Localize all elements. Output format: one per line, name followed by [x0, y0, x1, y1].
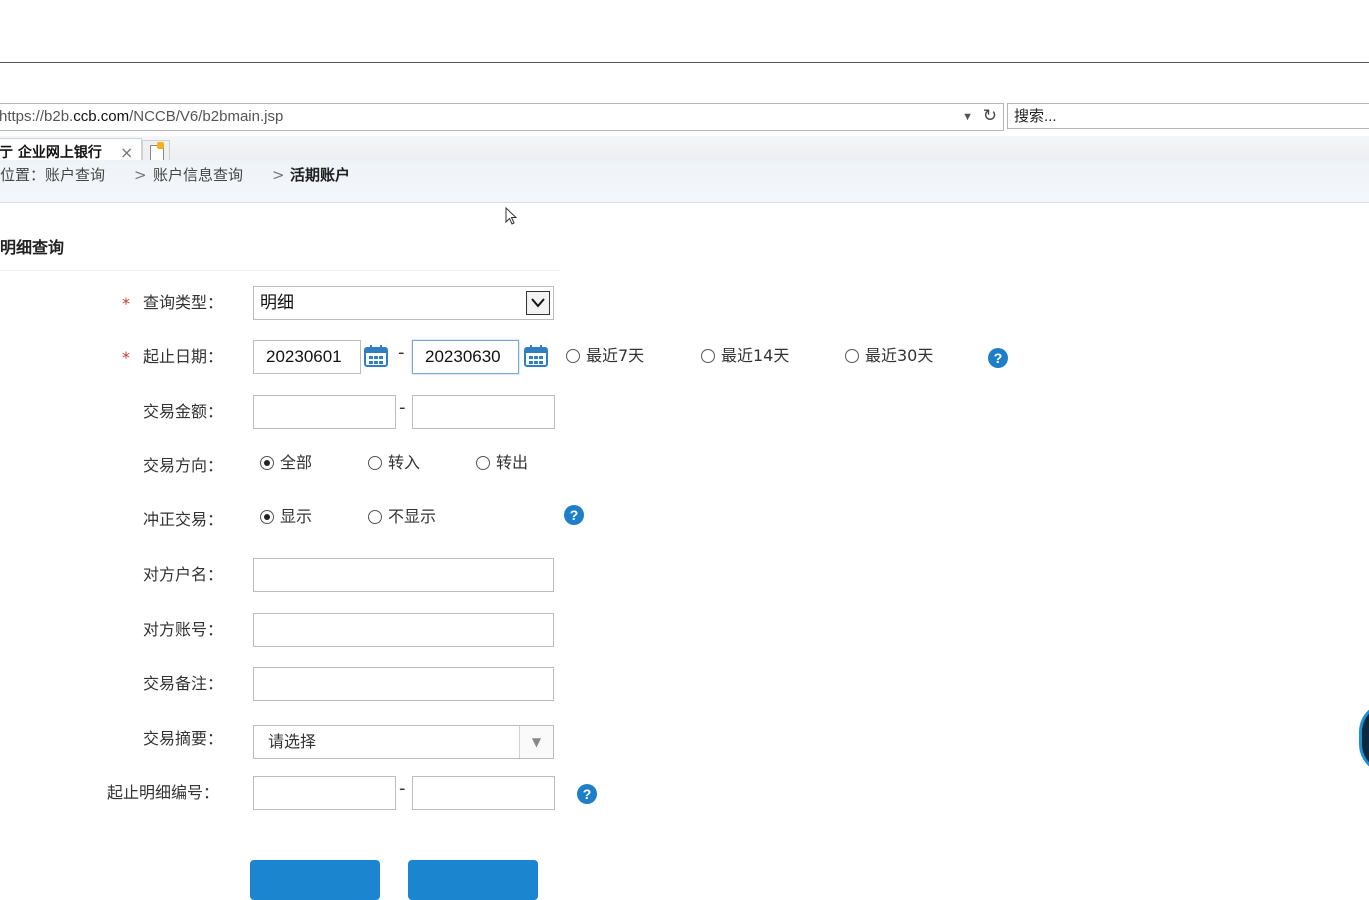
- radio-icon: [368, 456, 382, 470]
- amount-max-input[interactable]: [412, 395, 555, 429]
- dropdown-icon[interactable]: ▼: [962, 104, 973, 130]
- calendar-icon[interactable]: [364, 345, 388, 367]
- detail-no-label: 起止明细编号：: [107, 783, 220, 802]
- help-icon[interactable]: ?: [564, 505, 584, 525]
- range-dash: -: [399, 778, 406, 799]
- summary-placeholder: 请选择: [268, 732, 317, 751]
- range-dash: -: [399, 397, 406, 418]
- breadcrumb-item-account-query[interactable]: 位置：账户查询: [0, 160, 105, 190]
- remark-input[interactable]: [253, 667, 554, 701]
- detail-no-end-input[interactable]: [412, 776, 555, 810]
- radio-icon: [368, 510, 382, 524]
- reset-button[interactable]: [408, 860, 538, 900]
- radio-last-7-days[interactable]: 最近7天: [566, 345, 644, 367]
- reversal-label: 冲正交易：: [143, 510, 224, 529]
- radio-icon: [260, 456, 274, 470]
- counterparty-account-label: 对方账号：: [143, 620, 224, 639]
- date-range-label: 起止日期：: [143, 347, 224, 366]
- section-title: 明细查询: [0, 238, 65, 257]
- start-date-input[interactable]: 20230601: [253, 340, 361, 374]
- query-type-select[interactable]: 明细: [253, 286, 554, 320]
- radio-label: 全部: [280, 453, 313, 472]
- counterparty-name-label: 对方户名：: [143, 565, 224, 584]
- radio-label: 转入: [388, 453, 421, 472]
- required-mark: *: [122, 294, 130, 313]
- end-date-input[interactable]: 20230630: [412, 340, 519, 374]
- radio-icon: [476, 456, 490, 470]
- url-path: /NCCB/V6/b2bmain.jsp: [129, 108, 284, 125]
- address-bar[interactable]: https://b2b.ccb.com/NCCB/V6/b2bmain.jsp …: [0, 103, 1004, 131]
- new-tab-star-icon: [157, 142, 164, 149]
- radio-label: 转出: [496, 453, 529, 472]
- mouse-cursor-icon: [505, 207, 518, 225]
- radio-icon: [566, 349, 580, 363]
- range-dash: -: [398, 342, 405, 363]
- counterparty-account-input[interactable]: [253, 613, 554, 647]
- radio-icon: [260, 510, 274, 524]
- radio-label: 最近30天: [865, 346, 934, 365]
- direction-label: 交易方向：: [143, 456, 224, 475]
- counterparty-name-input[interactable]: [253, 558, 554, 592]
- radio-label: 显示: [280, 507, 313, 526]
- chevron-down-icon[interactable]: ▼: [519, 726, 553, 758]
- summary-label: 交易摘要：: [143, 729, 224, 748]
- radio-label: 不显示: [388, 507, 437, 526]
- summary-select[interactable]: 请选择 ▼: [253, 725, 554, 759]
- breadcrumb: 位置：账户查询 > 账户信息查询 > 活期账户: [0, 160, 1369, 203]
- radio-last-30-days[interactable]: 最近30天: [845, 345, 933, 367]
- required-mark: *: [122, 348, 130, 367]
- floating-assistant-icon[interactable]: [1359, 702, 1369, 774]
- radio-direction-all[interactable]: 全部: [260, 452, 312, 474]
- remark-label: 交易备注：: [143, 674, 224, 693]
- breadcrumb-item-current: 活期账户: [290, 166, 351, 184]
- radio-reversal-show[interactable]: 显示: [260, 506, 312, 528]
- detail-no-start-input[interactable]: [253, 776, 396, 810]
- chevron-down-icon[interactable]: [526, 291, 550, 315]
- url-text: https://b2b.ccb.com/NCCB/V6/b2bmain.jsp: [0, 104, 283, 130]
- calendar-icon[interactable]: [524, 345, 548, 367]
- breadcrumb-separator: >: [272, 166, 285, 184]
- query-type-value: 明细: [260, 293, 294, 313]
- radio-last-14-days[interactable]: 最近14天: [701, 345, 789, 367]
- radio-label: 最近14天: [721, 346, 790, 365]
- top-blank-area: [0, 0, 1369, 63]
- help-icon[interactable]: ?: [577, 784, 597, 804]
- address-row: https://b2b.ccb.com/NCCB/V6/b2bmain.jsp …: [0, 103, 1369, 131]
- query-button[interactable]: [250, 860, 380, 900]
- radio-direction-out[interactable]: 转出: [476, 452, 528, 474]
- section-divider: [0, 270, 560, 271]
- breadcrumb-item-account-info[interactable]: 账户信息查询: [153, 160, 243, 190]
- query-type-label: 查询类型：: [143, 293, 224, 312]
- url-prefix: https://b2b.: [0, 108, 74, 125]
- amount-min-input[interactable]: [253, 395, 396, 429]
- url-host: ccb.com: [73, 108, 130, 125]
- radio-icon: [701, 349, 715, 363]
- radio-label: 最近7天: [586, 346, 645, 365]
- radio-icon: [845, 349, 859, 363]
- radio-reversal-hide[interactable]: 不显示: [368, 506, 436, 528]
- amount-label: 交易金额：: [143, 402, 224, 421]
- help-icon[interactable]: ?: [988, 348, 1008, 368]
- refresh-icon[interactable]: ↻: [983, 103, 997, 129]
- search-input[interactable]: 搜索...: [1007, 103, 1369, 129]
- breadcrumb-separator: >: [134, 166, 147, 184]
- radio-direction-in[interactable]: 转入: [368, 452, 420, 474]
